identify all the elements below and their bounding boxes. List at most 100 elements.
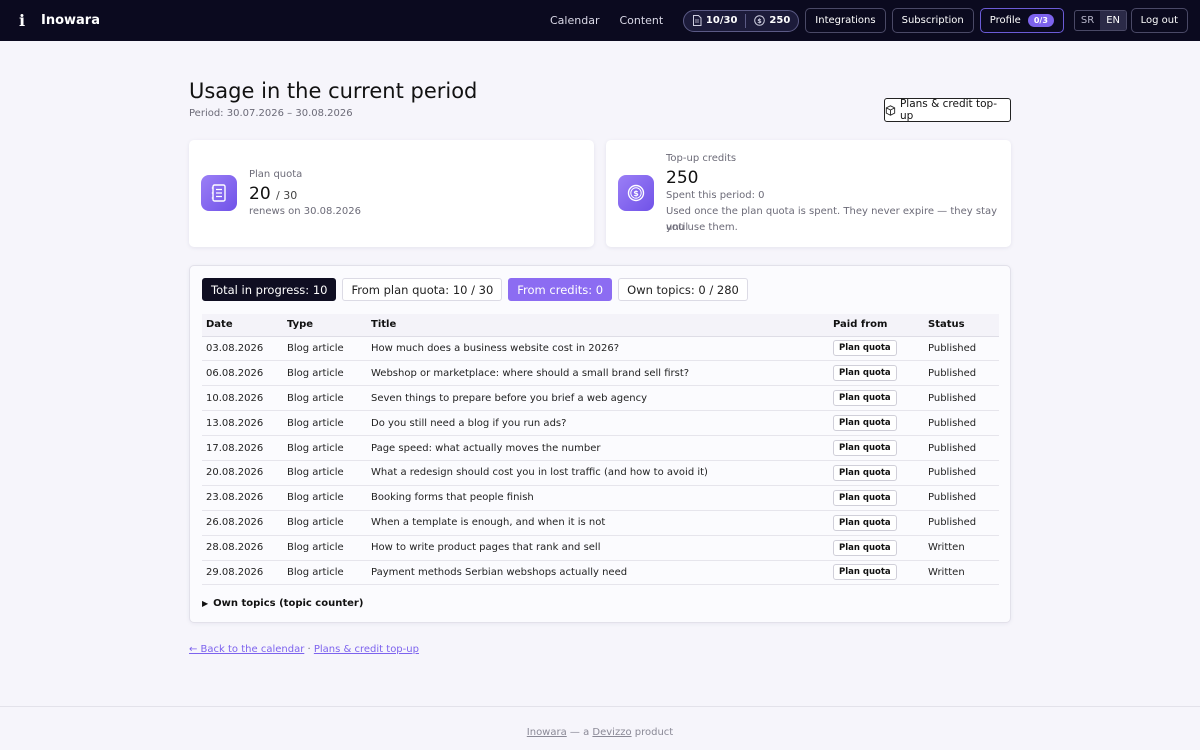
footer-divider	[0, 706, 1200, 707]
cell-paid-from: Plan quota	[829, 560, 924, 586]
cell-status: Published	[924, 435, 999, 461]
cell-type: Blog article	[283, 535, 367, 561]
plans-topup-link[interactable]: Plans & credit top-up	[314, 644, 419, 655]
cell-date: 03.08.2026	[202, 336, 283, 362]
paid-from-badge: Plan quota	[833, 365, 897, 382]
cell-date: 13.08.2026	[202, 410, 283, 437]
cell-date: 29.08.2026	[202, 560, 283, 586]
chip-credits[interactable]: From credits: 0	[508, 278, 613, 301]
table-header-row: Date Type Title Paid from Status	[202, 314, 999, 337]
brand[interactable]: i Inowara	[12, 11, 100, 31]
paid-from-badge: Plan quota	[833, 489, 897, 506]
nav-content-link[interactable]: Content	[619, 14, 663, 27]
svg-text:$: $	[758, 17, 763, 25]
credits-value: 250	[666, 168, 699, 188]
cell-date: 28.08.2026	[202, 535, 283, 561]
chip-own-topics[interactable]: Own topics: 0 / 280	[618, 278, 748, 301]
link-separator: ·	[304, 644, 314, 655]
integrations-button[interactable]: Integrations	[805, 8, 886, 33]
plan-quota-used: 20	[249, 184, 271, 204]
cell-status: Written	[924, 535, 999, 561]
plan-quota-renews: renews on 30.08.2026	[249, 206, 361, 217]
table-row: 17.08.2026 Blog article Page speed: what a…	[202, 435, 999, 461]
credits-label: Top-up credits	[666, 153, 737, 164]
col-type[interactable]: Type	[283, 314, 367, 337]
cell-date: 06.08.2026	[202, 360, 283, 387]
cell-type: Blog article	[283, 360, 367, 387]
cell-paid-from: Plan quota	[829, 360, 924, 387]
cell-paid-from: Plan quota	[829, 510, 924, 536]
cell-date: 10.08.2026	[202, 385, 283, 412]
cell-title: Booking forms that people finish	[367, 485, 829, 511]
plan-quota-value: 20 / 30	[249, 184, 297, 204]
credits-note-line2: you use them.	[666, 222, 738, 233]
chip-total[interactable]: Total in progress: 10	[202, 278, 337, 301]
cell-title: Page speed: what actually moves the numb…	[367, 435, 829, 461]
cell-title: When a template is enough, and when it i…	[367, 510, 829, 536]
table-row: 29.08.2026 Blog article Payment methods Se…	[202, 560, 999, 586]
bottom-links: ← Back to the calendar · Plans & credit …	[189, 644, 419, 655]
own-topics-label: Own topics (topic counter)	[213, 598, 364, 609]
cell-title: Payment methods Serbian webshops actuall…	[367, 560, 829, 586]
plan-quota-total: / 30	[276, 189, 298, 202]
usage-panel: Total in progress: 10 From plan quota: 1…	[189, 265, 1011, 623]
credits-count: 250	[769, 15, 791, 26]
cell-paid-from: Plan quota	[829, 435, 924, 461]
own-topics-disclosure[interactable]: ▶ Own topics (topic counter)	[202, 598, 363, 609]
profile-label: Profile	[989, 15, 1021, 26]
filter-chips: Total in progress: 10 From plan quota: 1…	[202, 278, 748, 301]
main-nav: Calendar Content	[550, 0, 663, 41]
lang-sr-button[interactable]: SR	[1075, 11, 1100, 30]
page-title: Usage in the current period	[189, 79, 478, 103]
cell-status: Written	[924, 560, 999, 586]
cell-date: 26.08.2026	[202, 510, 283, 536]
plans-topup-button[interactable]: Plans & credit top-up	[884, 98, 1011, 122]
usage-pill[interactable]: 10/30 $ 250	[682, 9, 800, 32]
profile-button[interactable]: Profile 0/3	[979, 8, 1064, 33]
paid-from-badge: Plan quota	[833, 340, 897, 357]
chip-plan-quota[interactable]: From plan quota: 10 / 30	[342, 278, 503, 301]
pill-divider	[745, 13, 747, 28]
col-date[interactable]: Date	[202, 314, 283, 337]
subscription-button[interactable]: Subscription	[891, 8, 974, 33]
nav-calendar-link[interactable]: Calendar	[550, 14, 599, 27]
cell-type: Blog article	[283, 460, 367, 486]
cell-type: Blog article	[283, 510, 367, 536]
paid-from-badge: Plan quota	[833, 564, 897, 581]
col-title[interactable]: Title	[367, 314, 829, 337]
col-paid-from[interactable]: Paid from	[829, 314, 924, 337]
table-row: 28.08.2026 Blog article How to write produ…	[202, 535, 999, 561]
cell-title: What a redesign should cost you in lost …	[367, 460, 829, 486]
footer-brand-link[interactable]: Inowara	[527, 727, 567, 738]
plans-topup-label: Plans & credit top-up	[899, 98, 997, 122]
coin-card-icon: $	[618, 175, 654, 211]
table-row: 26.08.2026 Blog article When a template is…	[202, 510, 999, 536]
cell-paid-from: Plan quota	[829, 460, 924, 486]
cell-title: How to write product pages that rank and…	[367, 535, 829, 561]
cell-type: Blog article	[283, 435, 367, 461]
paid-from-badge: Plan quota	[833, 514, 897, 531]
cell-status: Published	[924, 360, 999, 387]
profile-badge: 0/3	[1027, 14, 1054, 27]
cell-status: Published	[924, 336, 999, 362]
top-bar: i Inowara Calendar Content 10/30 $ 250 I…	[0, 0, 1200, 41]
footer-company-link[interactable]: Devizzo	[592, 727, 631, 738]
col-status[interactable]: Status	[924, 314, 999, 337]
cell-status: Published	[924, 385, 999, 412]
lang-en-button[interactable]: EN	[1100, 11, 1126, 30]
articles-count: 10/30	[705, 15, 738, 26]
cell-title: Webshop or marketplace: where should a s…	[367, 360, 829, 387]
footer: Inowara — a Devizzo product	[0, 727, 1200, 738]
cell-type: Blog article	[283, 336, 367, 362]
cell-paid-from: Plan quota	[829, 535, 924, 561]
disclosure-triangle-icon: ▶	[202, 599, 209, 608]
cell-title: Seven things to prepare before you brief…	[367, 385, 829, 412]
back-to-calendar-link[interactable]: ← Back to the calendar	[189, 644, 304, 655]
language-switch: SR EN	[1073, 10, 1127, 31]
logout-button[interactable]: Log out	[1130, 8, 1188, 33]
cell-status: Published	[924, 460, 999, 486]
table-row: 13.08.2026 Blog article Do you still need …	[202, 410, 999, 437]
table-row: 03.08.2026 Blog article How much does a bu…	[202, 336, 999, 362]
cell-type: Blog article	[283, 485, 367, 511]
notebook-icon	[201, 175, 237, 211]
